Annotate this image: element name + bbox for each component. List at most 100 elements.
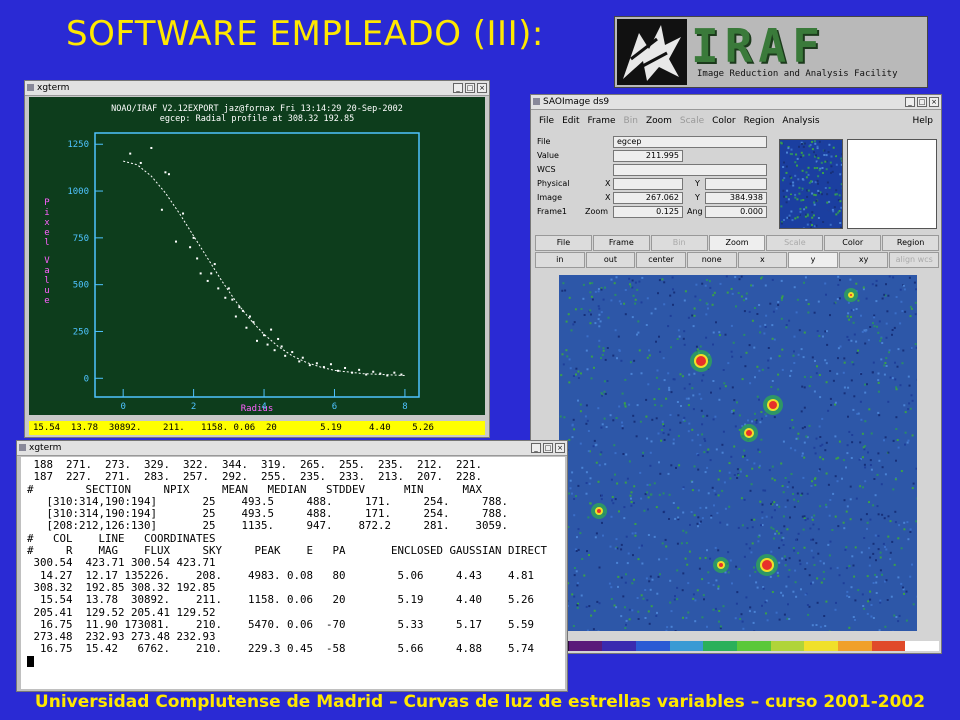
ds9-info-panel: File egcep Value 211.995 WCS Physical X … xyxy=(537,135,777,233)
data-point xyxy=(210,272,213,275)
data-point xyxy=(227,287,230,290)
y-tick-label: 1250 xyxy=(67,140,89,150)
maximize-icon[interactable]: □ xyxy=(917,97,927,107)
data-point xyxy=(393,371,396,374)
ds9-region-button[interactable]: Region xyxy=(882,235,940,251)
menu-region[interactable]: Region xyxy=(740,113,779,129)
ds9-zoom-x-button[interactable]: x xyxy=(737,252,788,268)
data-point xyxy=(252,321,255,324)
window-menu-icon[interactable] xyxy=(19,444,26,451)
maximize-icon[interactable]: □ xyxy=(543,443,553,453)
ds9-zoom-out-button[interactable]: out xyxy=(585,252,636,268)
window-menu-icon[interactable] xyxy=(533,98,540,105)
data-point xyxy=(351,371,354,374)
y-axis-label-char: i xyxy=(44,208,49,218)
close-icon[interactable]: × xyxy=(555,443,565,453)
data-point xyxy=(192,236,195,239)
data-point xyxy=(182,212,185,215)
y-tick-label: 0 xyxy=(84,374,89,384)
ds9-zoom-center-button[interactable]: center xyxy=(636,252,686,268)
menu-analysis[interactable]: Analysis xyxy=(778,113,823,129)
terminal-titlebar[interactable]: xgterm _ □ × xyxy=(17,441,567,456)
ds9-title: SAOImage ds9 xyxy=(543,97,610,107)
data-point xyxy=(231,298,234,301)
info-image-y-label: Y xyxy=(695,193,700,202)
ds9-button-bar-main: File Frame Bin Zoom Scale Color Region xyxy=(535,235,940,251)
ds9-zoom-button[interactable]: Zoom xyxy=(708,235,766,251)
slide-footer: Universidad Complutense de Madrid – Curv… xyxy=(34,692,926,712)
colorbar-segment xyxy=(838,641,872,651)
info-zoom-label: Zoom xyxy=(585,207,609,216)
menu-file[interactable]: File xyxy=(535,113,558,129)
data-point xyxy=(196,257,199,260)
minimize-icon[interactable]: _ xyxy=(905,97,915,107)
y-axis-label-char: e xyxy=(44,228,49,238)
minimize-icon[interactable]: _ xyxy=(531,443,541,453)
ds9-file-button[interactable]: File xyxy=(535,235,592,251)
terminal-window[interactable]: xgterm _ □ × 188 271. 273. 329. 322. 344… xyxy=(16,440,568,692)
menu-color[interactable]: Color xyxy=(708,113,740,129)
colorbar-segment xyxy=(905,641,940,651)
info-image-label: Image xyxy=(537,193,563,202)
data-point xyxy=(139,161,142,164)
menu-frame[interactable]: Frame xyxy=(584,113,620,129)
ds9-zoom-xy-button[interactable]: xy xyxy=(838,252,889,268)
menu-edit[interactable]: Edit xyxy=(558,113,583,129)
data-point xyxy=(175,240,177,243)
close-icon[interactable]: × xyxy=(929,97,939,107)
ds9-zoom-align-wcs-button[interactable]: align wcs xyxy=(889,252,939,268)
plot-window[interactable]: xgterm _ □ × NOAO/IRAF V2.12EXPORT jaz@f… xyxy=(24,80,490,438)
ds9-image-frame[interactable] xyxy=(559,275,917,631)
panner-view[interactable] xyxy=(847,139,937,229)
info-physical-y xyxy=(705,178,767,190)
y-axis-label: PixelValue xyxy=(44,198,50,306)
window-menu-icon[interactable] xyxy=(27,84,34,91)
data-point xyxy=(150,146,153,149)
data-point xyxy=(400,373,403,376)
data-point xyxy=(358,368,361,371)
colorbar[interactable] xyxy=(535,641,940,651)
ds9-zoom-y-button[interactable]: y xyxy=(788,252,838,268)
menu-help[interactable]: Help xyxy=(908,113,937,129)
ds9-titlebar[interactable]: SAOImage ds9 _ □ × xyxy=(531,95,941,110)
ds9-frame-button[interactable]: Frame xyxy=(592,235,650,251)
close-icon[interactable]: × xyxy=(477,83,487,93)
y-tick-label: 1000 xyxy=(67,187,89,197)
data-point xyxy=(241,309,244,312)
menu-scale[interactable]: Scale xyxy=(676,113,708,129)
data-point xyxy=(213,263,216,266)
data-point xyxy=(167,173,170,176)
ds9-zoom-none-button[interactable]: none xyxy=(686,252,737,268)
data-point xyxy=(322,366,325,369)
data-point xyxy=(224,296,227,299)
menu-bin[interactable]: Bin xyxy=(620,113,642,129)
slide-title: SOFTWARE EMPLEADO (III): xyxy=(66,14,544,54)
terminal-text: 188 271. 273. 329. 322. 344. 319. 265. 2… xyxy=(21,457,565,670)
ds9-button-bar-sub: in out center none x y xy align wcs xyxy=(535,252,939,268)
data-point xyxy=(298,360,301,363)
data-point xyxy=(245,326,248,329)
terminal-output[interactable]: 188 271. 273. 329. 322. 344. 319. 265. 2… xyxy=(21,457,565,689)
y-tick-label: 250 xyxy=(73,327,89,337)
info-frame-label: Frame1 xyxy=(537,207,568,216)
y-tick-label: 750 xyxy=(73,234,89,244)
y-axis-label-char: P xyxy=(44,198,50,208)
data-point xyxy=(273,349,276,352)
colorbar-segment xyxy=(602,641,637,651)
plot-window-titlebar[interactable]: xgterm _ □ × xyxy=(25,81,489,96)
ds9-zoom-in-button[interactable]: in xyxy=(535,252,585,268)
ds9-color-button[interactable]: Color xyxy=(824,235,882,251)
data-point xyxy=(344,366,347,369)
plot-header-2: egcep: Radial profile at 308.32 192.85 xyxy=(160,114,354,124)
maximize-icon[interactable]: □ xyxy=(465,83,475,93)
ds9-bin-button[interactable]: Bin xyxy=(650,235,708,251)
fit-curve xyxy=(123,160,405,376)
ds9-scale-button[interactable]: Scale xyxy=(766,235,824,251)
ds9-window[interactable]: SAOImage ds9 _ □ × File Edit Frame Bin Zoom S… xyxy=(530,94,942,654)
data-point xyxy=(256,339,258,342)
colorbar-segment xyxy=(636,641,670,651)
menu-zoom[interactable]: Zoom xyxy=(642,113,676,129)
terminal-cursor xyxy=(27,656,34,668)
colorbar-segment xyxy=(703,641,738,651)
minimize-icon[interactable]: _ xyxy=(453,83,463,93)
